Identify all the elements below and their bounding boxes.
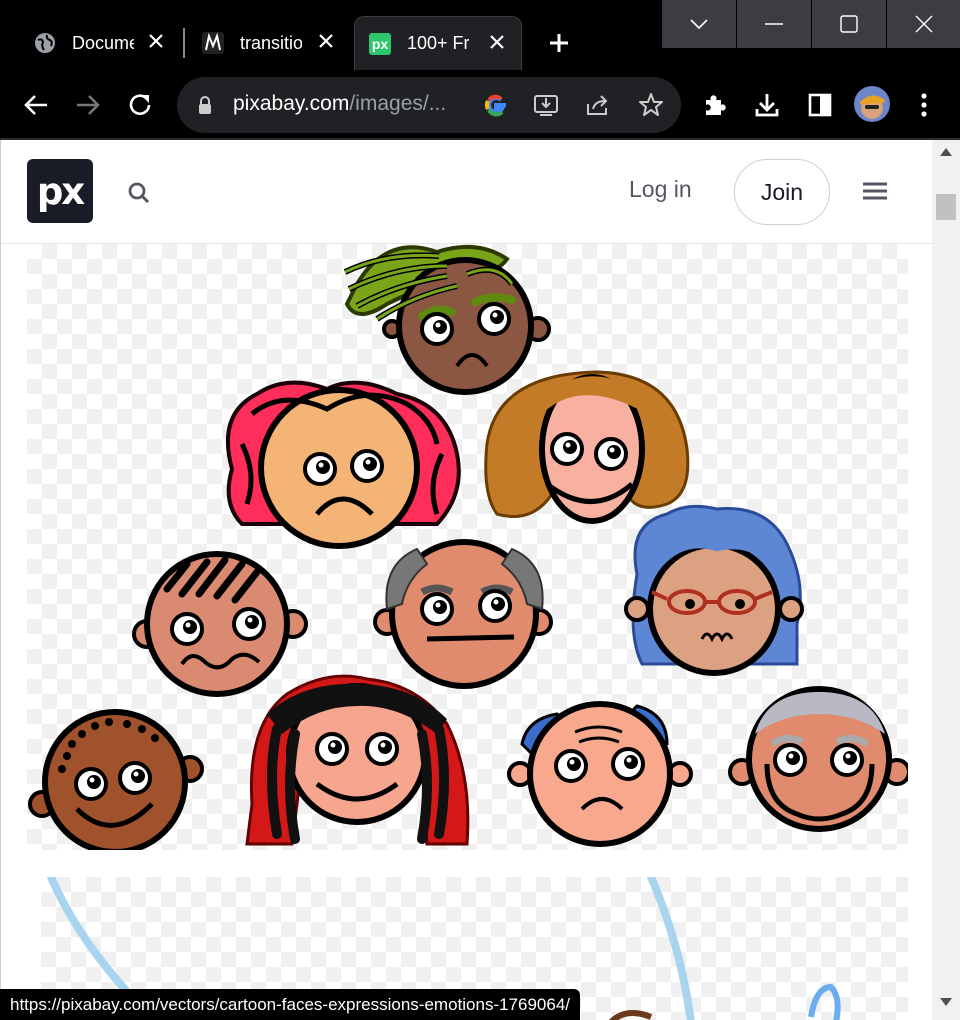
google-lens-icon[interactable] <box>482 91 510 119</box>
logo-text: px <box>36 169 85 213</box>
bookmark-star-icon[interactable] <box>637 91 665 119</box>
face-smiling-grandpa <box>728 686 911 832</box>
lock-icon <box>197 95 213 120</box>
puzzle-icon <box>706 95 726 115</box>
scroll-thumb[interactable] <box>936 194 956 220</box>
reload-icon <box>129 94 151 115</box>
url-path: /images/... <box>349 92 447 115</box>
face-grandma-blue-hair <box>624 504 804 676</box>
minimize-icon <box>765 23 783 25</box>
url-host: pixabay.com <box>233 92 350 115</box>
pixabay-px-icon: px <box>369 32 391 55</box>
face-balding-old-man <box>373 539 553 689</box>
browser-toolbar: pixabay.com/images/... <box>0 70 960 140</box>
search-icon <box>128 182 150 204</box>
minimize-button[interactable] <box>737 0 811 48</box>
close-window-button[interactable] <box>887 0 960 48</box>
tab-pixabay[interactable]: px 100+ Free <box>354 16 522 70</box>
tab-title: 100+ Free <box>407 33 469 53</box>
maximize-icon <box>840 15 858 33</box>
maximize-button[interactable] <box>812 0 886 48</box>
arrow-right-icon <box>77 95 100 115</box>
url-text: pixabay.com/images/... <box>233 92 446 116</box>
face-worried-man <box>507 701 693 847</box>
close-icon[interactable] <box>316 31 336 51</box>
pixabay-logo[interactable]: px <box>27 159 93 223</box>
forward-button[interactable] <box>70 87 106 123</box>
plus-icon <box>550 34 568 52</box>
join-button[interactable]: Join <box>734 159 830 225</box>
medium-m-icon <box>202 32 224 54</box>
new-tab-button[interactable] <box>544 28 574 58</box>
address-bar[interactable]: pixabay.com/images/... <box>177 77 681 133</box>
scroll-down-arrow-icon[interactable] <box>940 998 952 1006</box>
scroll-up-arrow-icon[interactable] <box>940 148 952 156</box>
browser-window: Document transition px 100+ Free <box>0 0 960 1020</box>
hamburger-icon <box>863 182 887 200</box>
search-button[interactable] <box>126 180 152 206</box>
extensions-button[interactable] <box>697 87 733 123</box>
close-icon[interactable] <box>487 32 507 52</box>
page-scrollbar[interactable] <box>932 140 960 1020</box>
share-icon[interactable] <box>584 91 612 119</box>
cartoon-faces-illustration <box>28 244 911 855</box>
status-bar-url: https://pixabay.com/vectors/cartoon-face… <box>0 989 581 1020</box>
tab-document[interactable]: Document <box>20 16 180 70</box>
tab-strip: Document transition px 100+ Free <box>0 0 960 70</box>
face-orange-bob-hair <box>484 370 690 524</box>
tab-title: transition <box>240 32 302 53</box>
profile-avatar[interactable] <box>854 86 890 122</box>
face-braided-boy <box>28 709 204 855</box>
tab-search-button[interactable] <box>662 0 736 48</box>
close-icon <box>915 15 932 33</box>
chevron-down-icon <box>690 19 708 29</box>
face-pink-curly-hair <box>225 380 461 549</box>
page-content: px Log in Join <box>0 140 932 1020</box>
tab-separator <box>183 28 185 58</box>
browser-menu-button[interactable] <box>906 87 942 123</box>
site-header: px Log in Join <box>1 140 932 244</box>
login-link[interactable]: Log in <box>629 176 692 203</box>
tab-title: Document <box>72 32 134 53</box>
face-red-dreads-girl <box>245 674 470 846</box>
face-green-dreads <box>343 244 551 395</box>
side-panel-button[interactable] <box>802 87 838 123</box>
back-button[interactable] <box>18 87 54 123</box>
globe-icon <box>34 32 56 54</box>
side-panel-icon <box>808 93 832 117</box>
downloads-button[interactable] <box>749 87 785 123</box>
menu-button[interactable] <box>861 180 889 202</box>
face-boy-spiky-hair <box>132 551 308 697</box>
install-app-icon[interactable] <box>532 91 560 119</box>
tab-transition[interactable]: transition <box>188 16 350 70</box>
cartoon-faces-image[interactable] <box>27 244 911 855</box>
arrow-left-icon <box>24 95 47 115</box>
reload-button[interactable] <box>122 87 158 123</box>
download-icon <box>755 94 779 117</box>
kebab-menu-icon <box>921 93 927 117</box>
close-icon[interactable] <box>146 31 166 51</box>
